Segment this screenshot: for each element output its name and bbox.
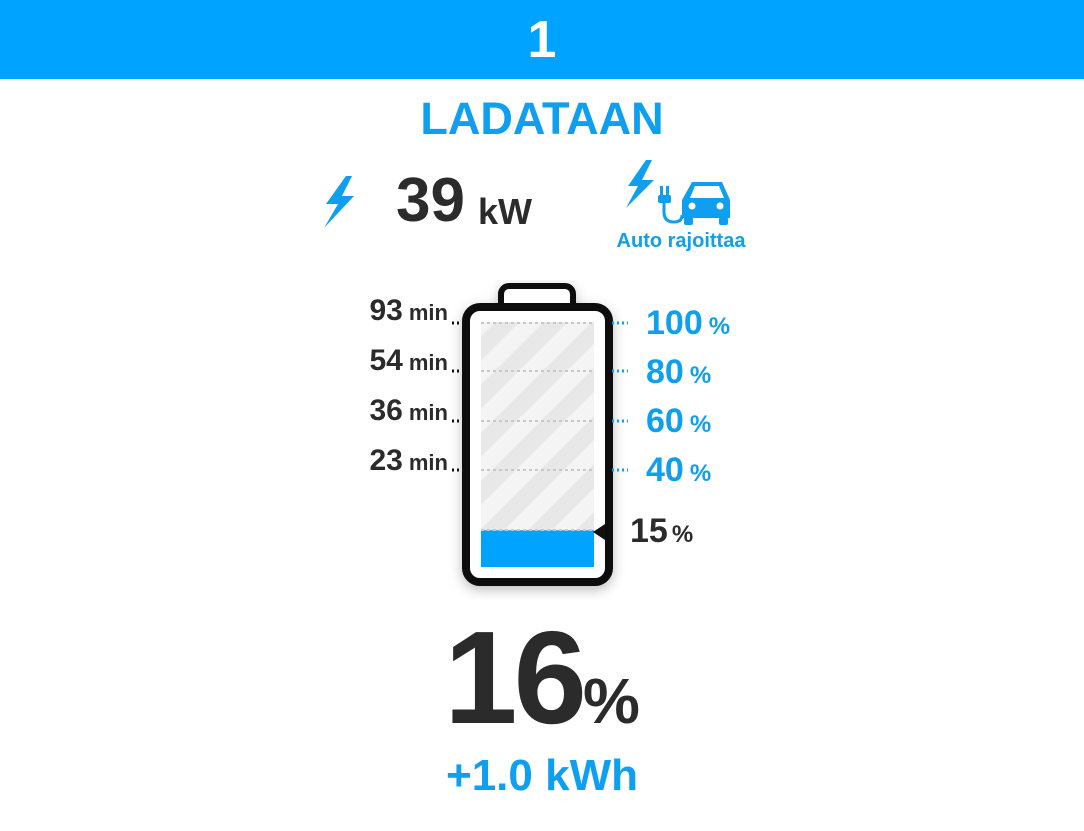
- connector-number: 1: [527, 10, 557, 69]
- time-mark: 93 min: [369, 294, 449, 327]
- charging-status: LADATAAN: [420, 93, 664, 144]
- time-mark: 54 min: [369, 344, 449, 377]
- power-value: 39: [396, 166, 465, 235]
- percent-mark: 80%: [646, 353, 712, 391]
- percent-mark: 60%: [646, 402, 712, 440]
- current-level-label: 15%: [630, 512, 694, 550]
- limit-label: Auto rajoittaa: [616, 230, 746, 252]
- battery-gauge: [452, 283, 628, 586]
- state-of-charge: 16%: [0, 612, 1084, 744]
- car-charging-icon: [626, 160, 730, 225]
- battery-charge-fill: [481, 530, 594, 567]
- percent-mark: 40%: [646, 451, 712, 489]
- connector-header: 1: [0, 0, 1084, 79]
- lightning-icon: [324, 176, 354, 228]
- time-mark: 36 min: [369, 394, 449, 427]
- percent-mark: 100%: [646, 304, 731, 342]
- state-of-charge-unit: %: [582, 665, 640, 737]
- power-unit: kW: [478, 191, 532, 232]
- state-of-charge-value: 16: [444, 604, 587, 751]
- percent-tick-marks: [612, 321, 628, 472]
- time-mark: 23 min: [369, 444, 449, 477]
- energy-added: +1.0 kWh: [446, 751, 638, 800]
